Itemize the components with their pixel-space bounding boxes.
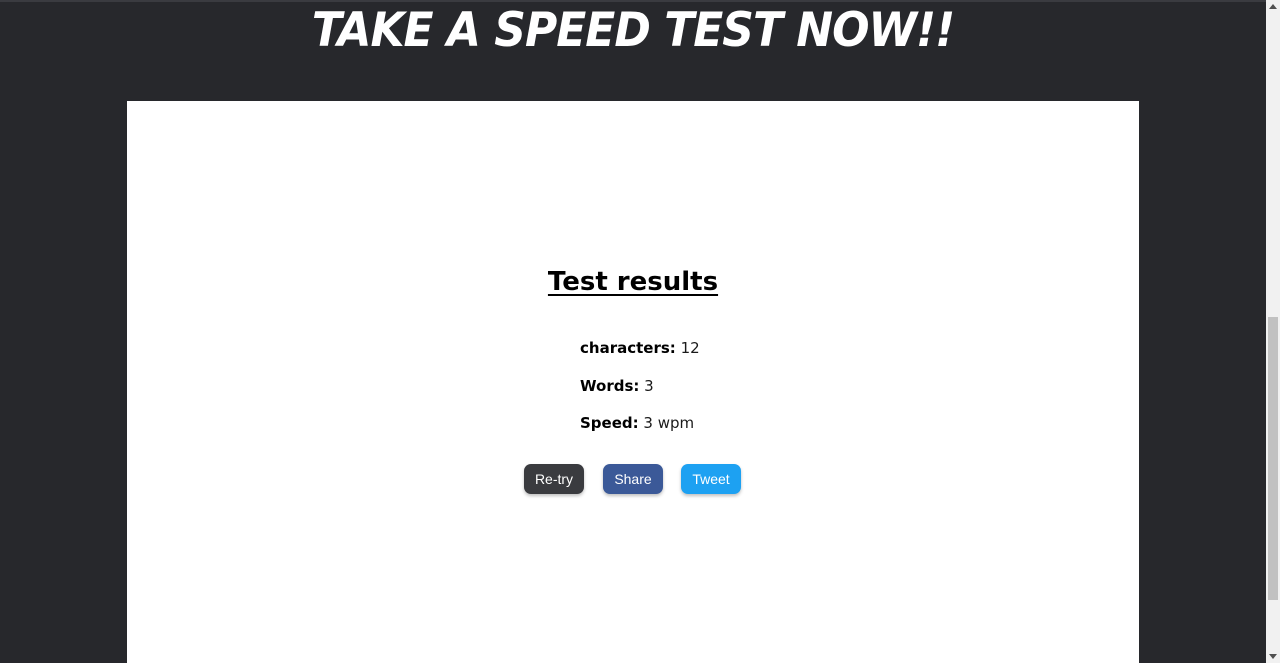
stat-characters-value: 12	[680, 339, 700, 357]
results-title: Test results	[547, 267, 719, 297]
stat-characters-label: characters:	[580, 339, 676, 357]
stat-speed-label: Speed:	[580, 414, 639, 432]
results-card: Test results characters: 12 Words: 3 Spe…	[127, 101, 1139, 663]
stat-words-label: Words:	[580, 376, 640, 395]
scroll-down-arrow-icon[interactable]	[1269, 654, 1277, 659]
tweet-button[interactable]: Tweet	[681, 464, 741, 494]
page-scrollbar[interactable]	[1266, 0, 1280, 663]
stat-characters: characters: 12	[580, 338, 880, 376]
scroll-up-arrow-icon[interactable]	[1269, 4, 1277, 9]
stat-speed-value: 3 wpm	[643, 414, 695, 432]
page-headline: TAKE A SPEED TEST NOW!!	[311, 2, 955, 59]
scroll-thumb[interactable]	[1268, 317, 1278, 600]
stat-words: Words: 3	[580, 376, 880, 414]
retry-button[interactable]: Re-try	[524, 464, 584, 494]
page: TAKE A SPEED TEST NOW!! Test results cha…	[0, 0, 1280, 663]
results-stats: characters: 12 Words: 3 Speed: 3 wpm	[580, 338, 880, 451]
stat-speed: Speed: 3 wpm	[580, 413, 880, 451]
share-button[interactable]: Share	[603, 464, 663, 494]
top-edge-divider	[0, 0, 1266, 2]
stat-words-value: 3	[644, 376, 654, 395]
